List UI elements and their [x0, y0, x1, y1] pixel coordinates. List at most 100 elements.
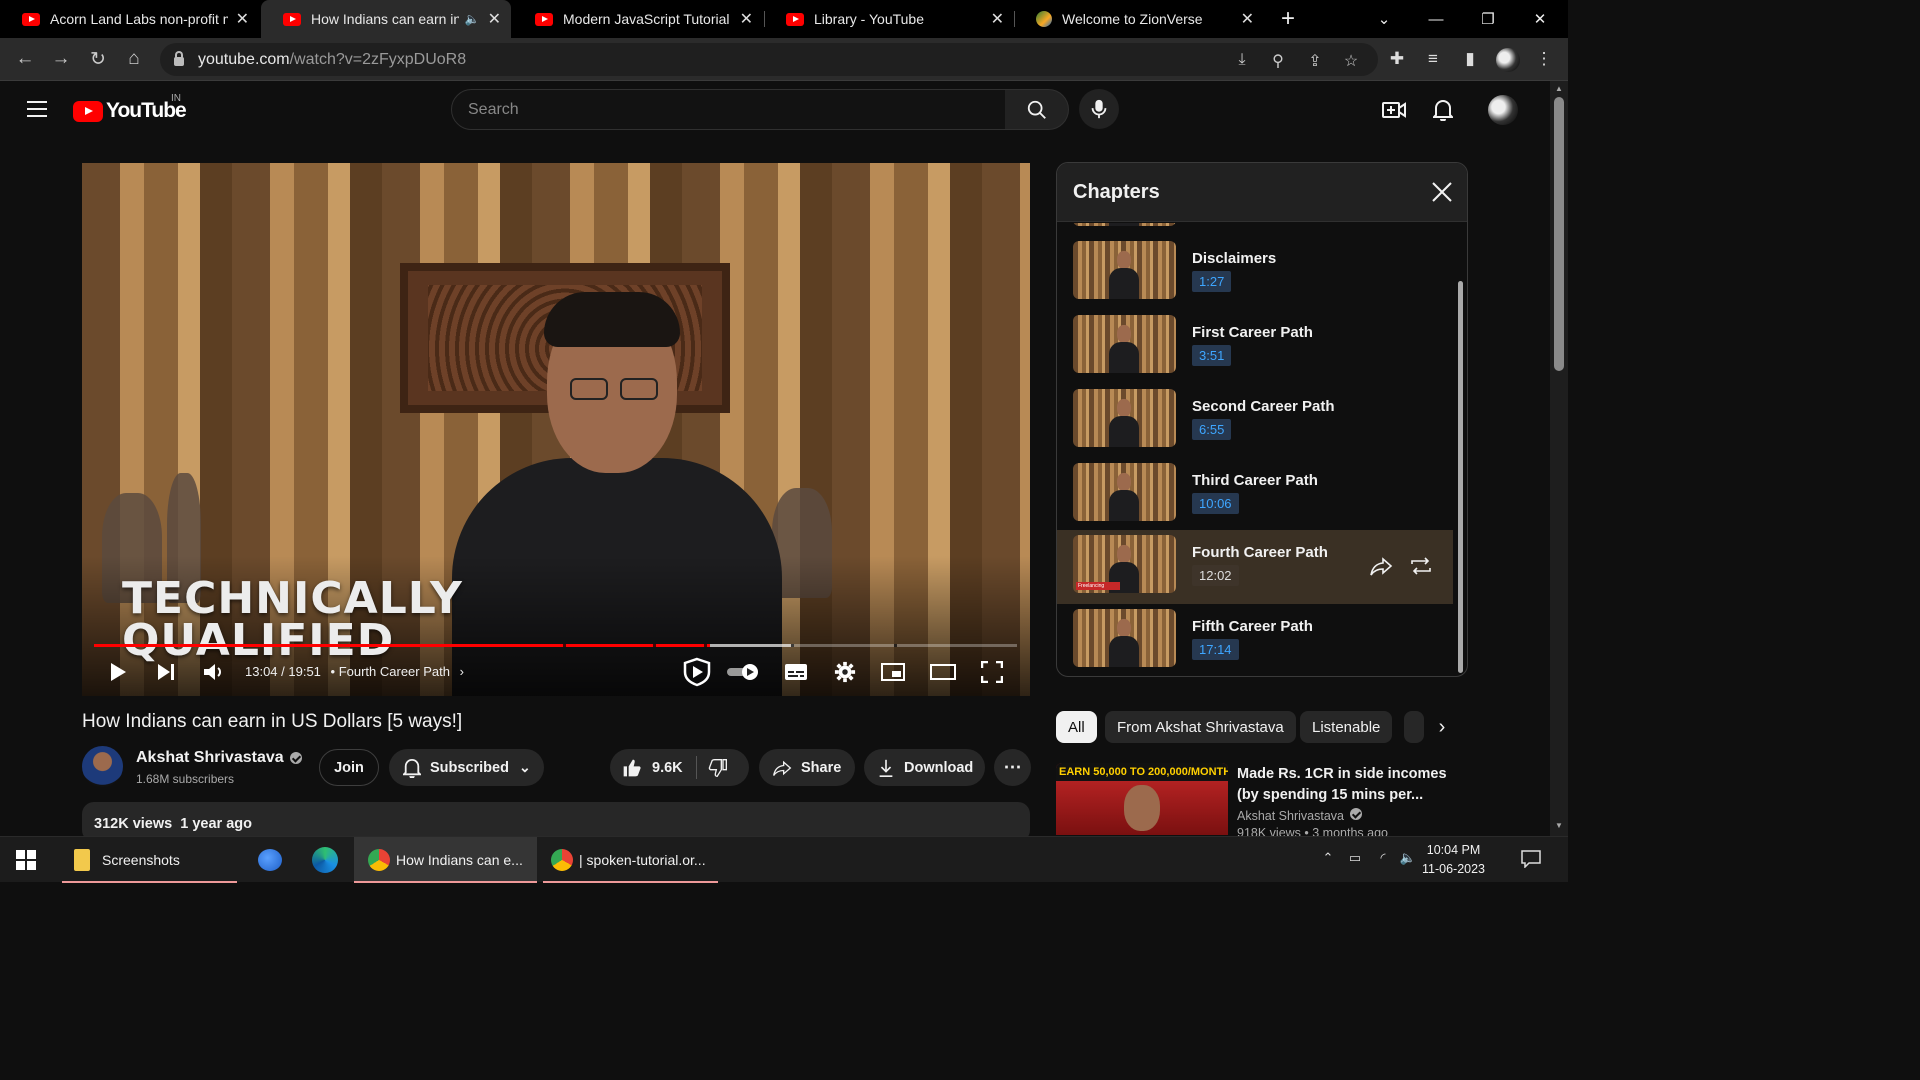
browser-tab-5[interactable]: Welcome to ZionVerse ✕ — [1014, 0, 1264, 38]
ad-block-shield-button[interactable] — [680, 653, 714, 691]
chapter-timestamp[interactable]: 17:14 — [1192, 639, 1239, 660]
autoplay-toggle[interactable] — [725, 653, 763, 691]
channel-name[interactable]: Akshat Shrivastava — [136, 749, 284, 767]
dislike-button[interactable] — [708, 749, 740, 786]
download-button[interactable]: Download — [864, 749, 985, 786]
subscribed-button[interactable]: Subscribed ⌄ — [389, 749, 544, 786]
extensions-puzzle-icon[interactable]: ✚ — [1386, 49, 1408, 71]
search-button[interactable] — [1005, 89, 1069, 130]
subtitles-button[interactable] — [782, 653, 810, 691]
chip-listenable[interactable]: Listenable — [1300, 711, 1393, 743]
tray-chevron-up-icon[interactable]: ⌃ — [1318, 850, 1338, 870]
close-icon[interactable] — [1429, 179, 1455, 205]
recommended-title[interactable]: Made Rs. 1CR in side incomes (by spendin… — [1237, 764, 1447, 806]
taskbar-item-chrome-youtube[interactable]: How Indians can e... — [354, 837, 537, 883]
bookmark-star-icon[interactable]: ☆ — [1340, 51, 1362, 70]
close-tab-icon[interactable]: ✕ — [740, 9, 753, 29]
outlook-app-icon[interactable] — [255, 837, 285, 883]
close-tab-icon[interactable]: ✕ — [236, 9, 249, 29]
scroll-down-arrow-icon[interactable]: ▼ — [1554, 821, 1564, 830]
wifi-icon[interactable]: ◜ — [1373, 850, 1393, 870]
tab-search-chevron-icon[interactable]: ⌄ — [1358, 0, 1410, 38]
windows-start-icon[interactable] — [16, 837, 40, 883]
speaker-icon[interactable]: 🔈 — [465, 12, 480, 26]
chapter-timestamp[interactable]: 6:55 — [1192, 419, 1232, 440]
new-tab-plus-icon[interactable]: + — [1262, 0, 1314, 38]
recommended-thumbnail[interactable]: EARN 50,000 TO 200,000/MONTH! — [1056, 763, 1228, 835]
home-icon[interactable]: ⌂ — [119, 44, 149, 74]
browser-menu-icon[interactable]: ⋮ — [1533, 49, 1555, 71]
chips-next-chevron-icon[interactable]: › — [1430, 716, 1454, 740]
chapter-item-partial[interactable] — [1057, 223, 1453, 237]
play-button[interactable] — [104, 653, 132, 691]
chapter-item-active[interactable]: Freelancing Fourth Career Path 12:02 — [1057, 530, 1453, 604]
voice-search-button[interactable] — [1079, 89, 1119, 129]
taskbar-item-chrome-spoken-tutorial[interactable]: | spoken-tutorial.or... — [543, 837, 718, 883]
close-tab-icon[interactable]: ✕ — [1241, 9, 1254, 29]
forward-arrow-icon[interactable]: → — [46, 44, 76, 74]
back-arrow-icon[interactable]: ← — [10, 44, 40, 74]
chip-partial[interactable] — [1404, 711, 1424, 743]
miniplayer-button[interactable] — [879, 653, 907, 691]
fullscreen-button[interactable] — [978, 653, 1006, 691]
browser-tab-3[interactable]: Modern JavaScript Tutorial # ✕ — [513, 0, 763, 38]
notifications-chat-icon[interactable] — [1520, 850, 1542, 870]
like-button[interactable]: 9.6K — [610, 749, 705, 786]
restore-icon[interactable]: ❐ — [1462, 0, 1514, 38]
battery-icon[interactable]: ▭ — [1345, 850, 1365, 870]
channel-name-row[interactable]: Akshat Shrivastava — [136, 749, 302, 767]
edge-browser-icon[interactable] — [310, 837, 340, 883]
close-tab-icon[interactable]: ✕ — [991, 9, 1004, 29]
install-app-icon[interactable]: ⤓ — [1231, 51, 1253, 69]
profile-avatar-icon[interactable] — [1496, 48, 1520, 72]
share-page-icon[interactable]: ⇪ — [1304, 51, 1326, 70]
more-actions-icon[interactable]: ⋯ — [994, 749, 1031, 786]
media-control-icon[interactable]: ≡ — [1422, 49, 1444, 71]
youtube-logo[interactable]: YouTube IN — [73, 93, 187, 123]
loop-icon[interactable] — [1409, 554, 1433, 578]
next-video-button[interactable] — [152, 653, 180, 691]
chapter-item[interactable]: First Career Path 3:51 — [1057, 310, 1453, 384]
lock-icon[interactable] — [174, 51, 184, 66]
side-panel-icon[interactable]: ▮ — [1459, 49, 1481, 71]
video-player[interactable]: TECHNICALLY QUALIFIED 13:04 / 19:51 • Fo… — [82, 163, 1030, 696]
scroll-up-arrow-icon[interactable]: ▲ — [1554, 84, 1564, 93]
chapter-timestamp[interactable]: 12:02 — [1192, 565, 1239, 586]
account-avatar[interactable] — [1488, 95, 1518, 125]
chip-all[interactable]: All — [1056, 711, 1097, 743]
taskbar-item-screenshots[interactable]: Screenshots — [62, 837, 237, 883]
chapter-item[interactable]: Disclaimers 1:27 — [1057, 236, 1453, 310]
address-bar[interactable]: youtube.com/watch?v=2zFyxpDUoR8 ⤓ ⚲ ⇪ ☆ — [160, 43, 1378, 76]
close-window-icon[interactable]: ✕ — [1514, 0, 1566, 38]
progress-bar[interactable] — [94, 644, 1017, 647]
page-scroll-thumb[interactable] — [1554, 97, 1564, 371]
chapter-title-button[interactable]: • Fourth Career Path — [331, 664, 450, 679]
theater-mode-button[interactable] — [928, 653, 958, 691]
mute-button[interactable] — [200, 653, 228, 691]
chip-from-channel[interactable]: From Akshat Shrivastava — [1105, 711, 1296, 743]
close-tab-icon[interactable]: ✕ — [488, 9, 501, 29]
page-scrollbar[interactable]: ▲ ▼ — [1550, 81, 1568, 836]
share-button[interactable]: Share — [759, 749, 855, 786]
chapter-timestamp[interactable]: 1:27 — [1192, 271, 1232, 292]
create-video-icon[interactable] — [1381, 97, 1407, 123]
search-input[interactable]: Search — [451, 89, 1006, 130]
minimize-icon[interactable]: — — [1410, 0, 1462, 38]
browser-tab-4[interactable]: Library - YouTube ✕ — [764, 0, 1014, 38]
hamburger-menu-icon[interactable] — [27, 101, 47, 122]
zoom-icon[interactable]: ⚲ — [1267, 51, 1289, 70]
chapter-item[interactable]: Second Career Path 6:55 — [1057, 384, 1453, 458]
chevron-right-icon[interactable]: › — [460, 664, 464, 679]
chapter-item[interactable]: Third Career Path 10:06 — [1057, 458, 1453, 532]
chapters-scrollbar[interactable] — [1458, 281, 1463, 673]
channel-avatar[interactable] — [82, 746, 123, 787]
browser-tab-2-active[interactable]: How Indians can earn in U 🔈 ✕ — [261, 0, 511, 38]
chapter-timestamp[interactable]: 3:51 — [1192, 345, 1232, 366]
share-icon[interactable] — [1369, 554, 1393, 578]
chapter-timestamp[interactable]: 10:06 — [1192, 493, 1239, 514]
notifications-bell-icon[interactable] — [1430, 97, 1456, 123]
browser-tab-1[interactable]: Acorn Land Labs non-profit m ✕ — [0, 0, 259, 38]
settings-button[interactable] — [831, 653, 859, 691]
system-clock[interactable]: 10:04 PM 11-06-2023 — [1422, 841, 1485, 879]
join-button[interactable]: Join — [319, 749, 379, 786]
